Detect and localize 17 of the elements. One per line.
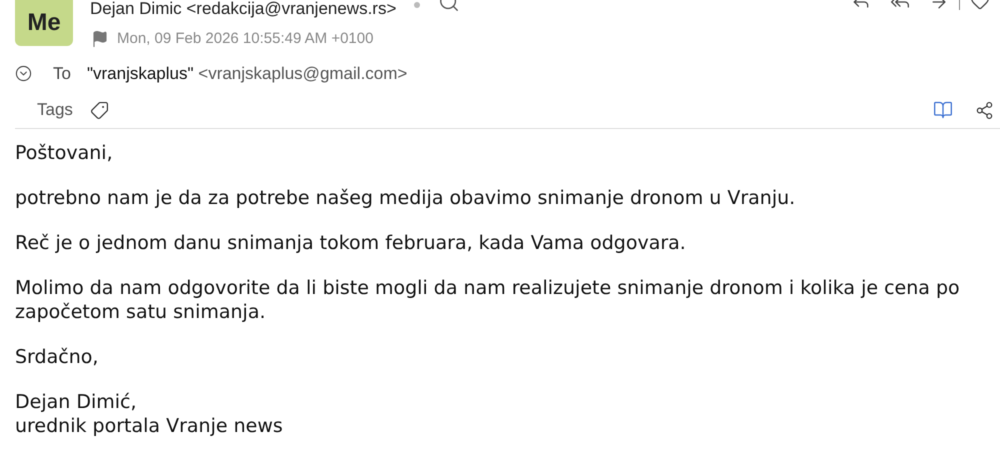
date: Mon, 09 Feb 2026 10:55:49 AM +0100: [117, 29, 374, 49]
body-paragraph: Reč je o jednom danu snimanja tokom februara, kada Vama odgovara.: [15, 231, 687, 255]
avatar: Me: [15, 0, 73, 46]
body-paragraph: Molimo da nam odgovorite da li biste mogli da nam realizujete snimanje dronom i kolika je cena po započetom satu snimanja.: [15, 276, 961, 324]
body-paragraph: potrebno nam je da za potrebe našeg medija obavimo snimanje dronom u Vranju.: [15, 186, 796, 210]
share-icon[interactable]: [975, 100, 994, 120]
tag-icon[interactable]: [90, 100, 109, 120]
tags-label: Tags: [37, 99, 73, 122]
flag-icon[interactable]: [91, 30, 109, 48]
body-paragraph: Srdačno,: [15, 345, 100, 369]
reader-view-icon[interactable]: [933, 100, 953, 120]
sender[interactable]: Dejan Dimic <redakcija@vranjenews.rs>: [90, 0, 396, 17]
body-paragraph: Dejan Dimić, urednik portala Vranje news: [15, 390, 284, 438]
to-label: To: [53, 62, 71, 84]
expand-icon[interactable]: [15, 64, 32, 82]
body-paragraph: Poštovani,: [15, 141, 114, 165]
recipient[interactable]: "vranjskaplus" <vranjskaplus@gmail.com>: [86, 60, 408, 86]
